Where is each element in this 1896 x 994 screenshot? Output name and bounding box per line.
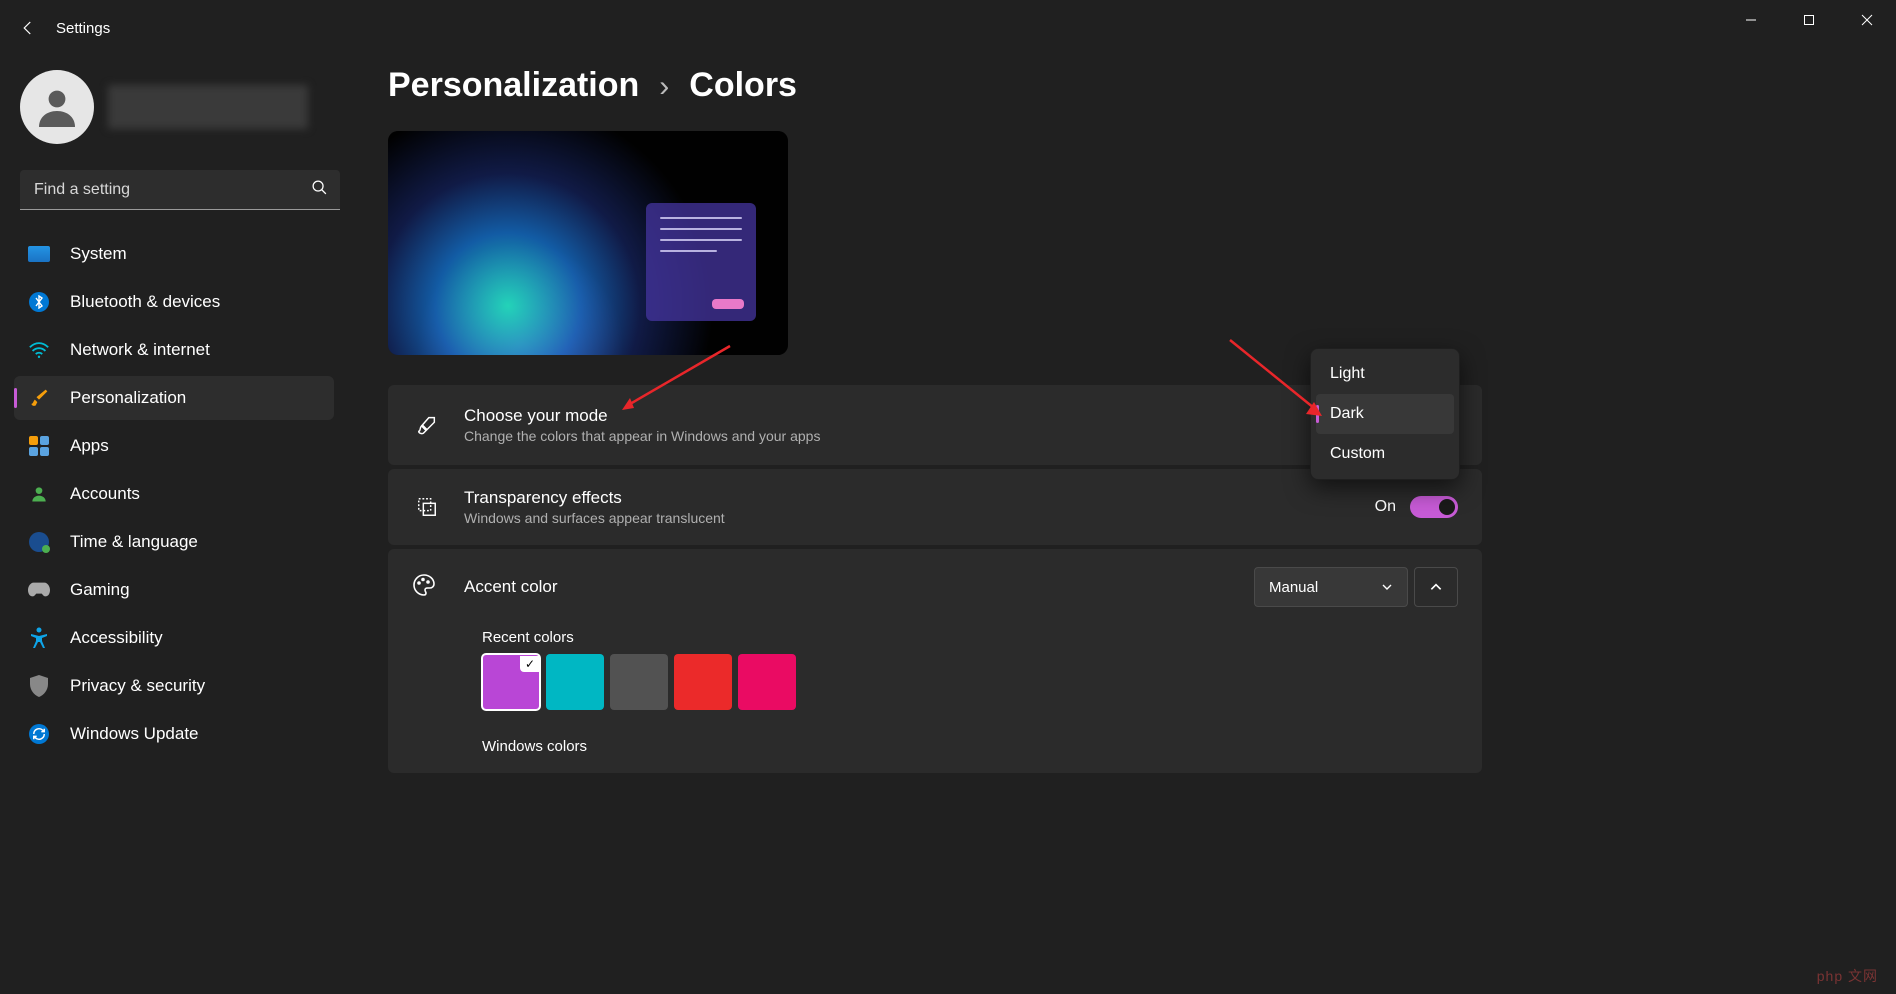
mode-option-dark[interactable]: Dark <box>1316 394 1454 434</box>
nav-time[interactable]: Time & language <box>14 520 334 564</box>
transparency-icon <box>412 496 442 518</box>
search-icon <box>311 179 328 201</box>
color-swatch[interactable] <box>674 654 732 710</box>
nav-accounts[interactable]: Accounts <box>14 472 334 516</box>
setting-subtitle: Windows and surfaces appear translucent <box>464 510 1375 526</box>
accent-mode-dropdown[interactable]: Manual <box>1254 567 1408 607</box>
page-title: Colors <box>689 66 797 105</box>
color-swatch[interactable] <box>610 654 668 710</box>
profile-name-redacted <box>108 85 308 129</box>
recent-swatches <box>482 654 1458 710</box>
profile-block[interactable] <box>14 56 360 170</box>
breadcrumb-parent[interactable]: Personalization <box>388 66 639 105</box>
search-input[interactable] <box>20 170 340 209</box>
breadcrumb: Personalization › Colors <box>388 66 1876 105</box>
bluetooth-icon <box>28 291 50 313</box>
transparency-controls: On <box>1375 496 1458 518</box>
nav-apps[interactable]: Apps <box>14 424 334 468</box>
mode-dropdown-flyout: Light Dark Custom <box>1310 348 1460 480</box>
palette-icon <box>412 573 442 602</box>
brush-outline-icon <box>412 414 442 436</box>
nav-network[interactable]: Network & internet <box>14 328 334 372</box>
gamepad-icon <box>28 579 50 601</box>
nav-bluetooth[interactable]: Bluetooth & devices <box>14 280 334 324</box>
nav-accessibility[interactable]: Accessibility <box>14 616 334 660</box>
title-bar: Settings <box>0 0 1896 56</box>
mode-option-light[interactable]: Light <box>1316 354 1454 394</box>
nav-label: Accounts <box>70 484 140 504</box>
search-box[interactable] <box>20 170 340 210</box>
nav-label: Gaming <box>70 580 130 600</box>
nav-label: Apps <box>70 436 109 456</box>
window-controls <box>1722 0 1896 40</box>
person-icon <box>28 483 50 505</box>
windows-colors-group: Windows colors <box>482 738 1458 755</box>
expand-button[interactable] <box>1414 567 1458 607</box>
back-button[interactable] <box>0 19 56 37</box>
transparency-toggle[interactable] <box>1410 496 1458 518</box>
wifi-icon <box>28 339 50 361</box>
nav-personalization[interactable]: Personalization <box>14 376 334 420</box>
nav-label: System <box>70 244 127 264</box>
nav-update[interactable]: Windows Update <box>14 712 334 756</box>
dropdown-value: Manual <box>1269 579 1318 596</box>
chevron-down-icon <box>1381 581 1393 593</box>
nav-label: Network & internet <box>70 340 210 360</box>
avatar <box>20 70 94 144</box>
globe-clock-icon <box>28 531 50 553</box>
chevron-up-icon <box>1429 580 1443 594</box>
main-content: Personalization › Colors Choose your mod… <box>388 66 1876 994</box>
toggle-state-label: On <box>1375 498 1396 516</box>
setting-title: Transparency effects <box>464 488 1375 508</box>
nav-label: Windows Update <box>70 724 199 744</box>
app-title: Settings <box>56 20 110 37</box>
nav-privacy[interactable]: Privacy & security <box>14 664 334 708</box>
accent-header[interactable]: Accent color Manual <box>412 567 1458 607</box>
group-label: Recent colors <box>482 629 1458 646</box>
group-label: Windows colors <box>482 738 1458 755</box>
color-swatch[interactable] <box>738 654 796 710</box>
setting-title: Choose your mode <box>464 406 1458 426</box>
apps-icon <box>28 435 50 457</box>
shield-icon <box>28 675 50 697</box>
nav-label: Privacy & security <box>70 676 205 696</box>
nav-label: Bluetooth & devices <box>70 292 220 312</box>
nav-label: Personalization <box>70 388 186 408</box>
display-icon <box>28 243 50 265</box>
nav-system[interactable]: System <box>14 232 334 276</box>
section-accent-color: Accent color Manual Recent colors Window… <box>388 549 1482 773</box>
nav-gaming[interactable]: Gaming <box>14 568 334 612</box>
minimize-button[interactable] <box>1722 0 1780 40</box>
accessibility-icon <box>28 627 50 649</box>
nav-label: Accessibility <box>70 628 163 648</box>
close-button[interactable] <box>1838 0 1896 40</box>
color-swatch[interactable] <box>482 654 540 710</box>
maximize-button[interactable] <box>1780 0 1838 40</box>
brush-icon <box>28 387 50 409</box>
setting-title: Accent color <box>464 577 1254 597</box>
setting-transparency[interactable]: Transparency effects Windows and surface… <box>388 469 1482 545</box>
recent-colors-group: Recent colors <box>482 629 1458 710</box>
breadcrumb-separator: › <box>659 70 669 104</box>
sidebar: System Bluetooth & devices Network & int… <box>0 56 360 994</box>
nav-label: Time & language <box>70 532 198 552</box>
watermark: php 文网 <box>1817 966 1878 986</box>
color-swatch[interactable] <box>546 654 604 710</box>
theme-preview <box>388 131 788 355</box>
mode-option-custom[interactable]: Custom <box>1316 434 1454 474</box>
update-icon <box>28 723 50 745</box>
setting-subtitle: Change the colors that appear in Windows… <box>464 428 1458 444</box>
nav-list: System Bluetooth & devices Network & int… <box>14 232 360 756</box>
